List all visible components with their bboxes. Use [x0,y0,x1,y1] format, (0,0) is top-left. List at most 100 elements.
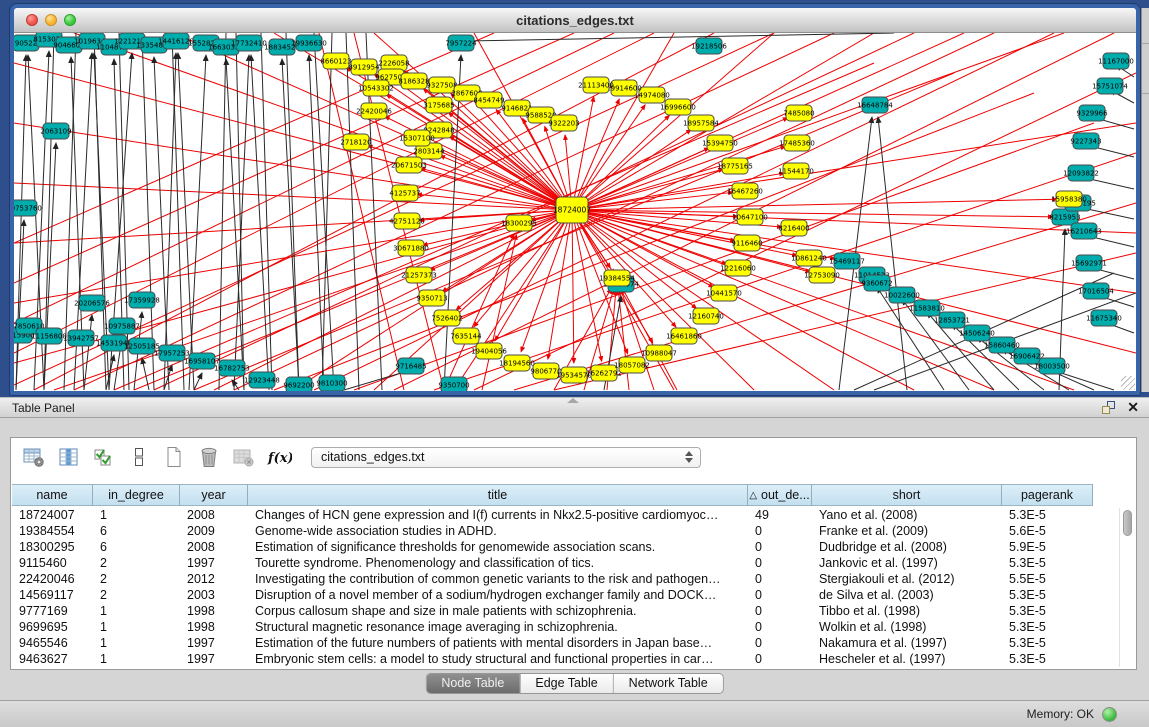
network-node[interactable]: 10022600 [884,287,920,303]
column-header-year[interactable]: year [180,484,248,506]
delete-table-button[interactable] [229,444,259,470]
network-node[interactable]: 12216060 [720,260,756,276]
network-node[interactable]: 10647100 [732,209,768,225]
network-node[interactable]: 42751120 [389,213,425,229]
network-node[interactable]: 7526402 [431,310,462,326]
network-node[interactable]: 10543302 [358,80,394,96]
network-node[interactable]: 9716485 [395,358,426,374]
network-node[interactable]: 12160740 [688,308,724,324]
network-node[interactable]: 15692971 [1071,255,1107,271]
network-node[interactable]: 10975887 [104,318,140,334]
tab-edge-table[interactable]: Edge Table [519,674,612,693]
tab-node-table[interactable]: Node Table [426,674,519,693]
network-node[interactable]: 10753760 [14,200,42,216]
network-node[interactable]: 16210643 [1066,223,1102,239]
network-node[interactable]: 16467260 [727,183,763,199]
network-window-titlebar[interactable]: citations_edges.txt [14,8,1136,33]
network-node[interactable]: 30671880 [393,240,429,256]
table-row[interactable]: 946554611997Estimation of the future num… [12,635,1093,651]
network-node[interactable]: 19404056 [471,343,507,359]
network-node[interactable]: 15469117 [829,253,865,269]
network-node[interactable]: 19218506 [691,38,727,54]
table-row[interactable]: 946362711997Embryonic stem cells: a mode… [12,651,1093,667]
network-canvas[interactable]: 7905220815303090466001019634011048700122… [14,33,1136,391]
network-node[interactable]: 9350713 [416,290,447,306]
network-node[interactable]: 15751074 [1092,78,1128,94]
network-node[interactable]: 21257373 [401,267,437,283]
network-node[interactable]: 18300295 [501,215,537,231]
new-table-button[interactable] [159,444,189,470]
network-node[interactable]: 7957224 [445,35,477,51]
show-column-button[interactable] [54,444,84,470]
column-header-pagerank[interactable]: pagerank [1002,484,1093,506]
column-header-short[interactable]: short [812,484,1002,506]
network-node[interactable]: 9227343 [1070,133,1101,149]
network-node[interactable]: 11167000 [1098,53,1134,69]
network-node[interactable]: 20671503 [391,157,427,173]
table-row[interactable]: 1938455462009Genome-wide association stu… [12,523,1093,539]
network-node[interactable]: 15394750 [702,135,738,151]
delete-button[interactable] [194,444,224,470]
network-node[interactable]: 17485360 [779,135,815,151]
network-node[interactable]: 2063109 [40,123,71,139]
scrollbar-thumb[interactable] [1123,510,1132,536]
select-all-button[interactable] [89,444,119,470]
network-node[interactable]: 7485080 [783,105,814,121]
network-node[interactable]: 19384554 [599,270,635,286]
network-node[interactable]: 12923448 [244,372,280,388]
network-node[interactable]: 11156800 [31,328,67,344]
network-node[interactable]: 9322203 [548,115,579,131]
network-node[interactable]: 9692200 [283,377,314,391]
network-node[interactable]: 18775165 [717,158,753,174]
close-panel-button[interactable]: ✕ [1127,399,1139,416]
table-row[interactable]: 911546021997Tourette syndrome. Phenomeno… [12,555,1093,571]
column-header-name[interactable]: name [12,484,93,506]
panel-resize-grip[interactable] [567,398,579,403]
network-node[interactable]: 17732410 [231,35,267,51]
network-node[interactable]: 19936630 [291,35,327,51]
network-node[interactable]: 9116460 [731,235,762,251]
network-node[interactable]: 20206576 [74,295,110,311]
table-selector-dropdown[interactable]: citations_edges.txt [311,447,701,468]
network-node[interactable]: 16996600 [660,99,696,115]
vertical-scrollbar[interactable] [1119,508,1134,667]
table-settings-button[interactable] [19,444,49,470]
network-node[interactable]: 9329966 [1076,105,1108,121]
table-row[interactable]: 969969511998Structural magnetic resonanc… [12,619,1093,635]
table-row[interactable]: 977716911998Corpus callosum shape and si… [12,603,1093,619]
table-row[interactable]: 2242004622012Investigating the contribut… [12,571,1093,587]
network-node[interactable]: 16461860 [666,328,702,344]
network-node[interactable]: 9350700 [438,377,469,391]
network-node[interactable]: 12093822 [1063,165,1099,181]
window-resize-grip[interactable] [1121,376,1135,390]
network-node[interactable]: 8186328 [398,73,429,89]
column-header-title[interactable]: title [248,484,748,506]
network-node[interactable]: 16648784 [857,97,893,113]
network-node[interactable]: 11675340 [1086,310,1122,326]
network-node[interactable]: 10861240 [791,250,827,266]
network-node[interactable]: 12853721 [934,312,970,328]
network-node[interactable]: 10988047 [641,345,677,361]
table-row[interactable]: 1456911722003Disruption of a novel membe… [12,587,1093,603]
network-node[interactable]: 17016504 [1078,283,1114,299]
network-node[interactable]: 8660123 [320,53,351,69]
network-node[interactable]: 22420046 [356,103,392,119]
network-node[interactable]: 8454749 [473,92,504,108]
column-header-out_de[interactable]: △out_de... [748,484,812,506]
network-node[interactable]: 18957584 [683,115,719,131]
network-node[interactable]: 17359928 [124,292,160,308]
network-node[interactable]: 11544170 [778,163,814,179]
function-builder-button[interactable]: f(x) [264,444,294,470]
network-node[interactable]: 16782753 [214,360,250,376]
network-node[interactable]: 10441570 [706,285,742,301]
network-node[interactable]: 12753090 [804,267,840,283]
network-node[interactable]: 7635144 [450,328,482,344]
column-header-in_degree[interactable]: in_degree [93,484,180,506]
network-node[interactable]: 8216400 [778,220,809,236]
row-boxes-button[interactable] [124,444,154,470]
network-node[interactable]: 18057082 [614,357,650,373]
tab-network-table[interactable]: Network Table [613,674,723,693]
network-node[interactable]: 15958380 [1051,191,1087,207]
network-node[interactable]: 21113400 [578,77,614,93]
network-node[interactable]: 18003500 [1034,358,1070,374]
